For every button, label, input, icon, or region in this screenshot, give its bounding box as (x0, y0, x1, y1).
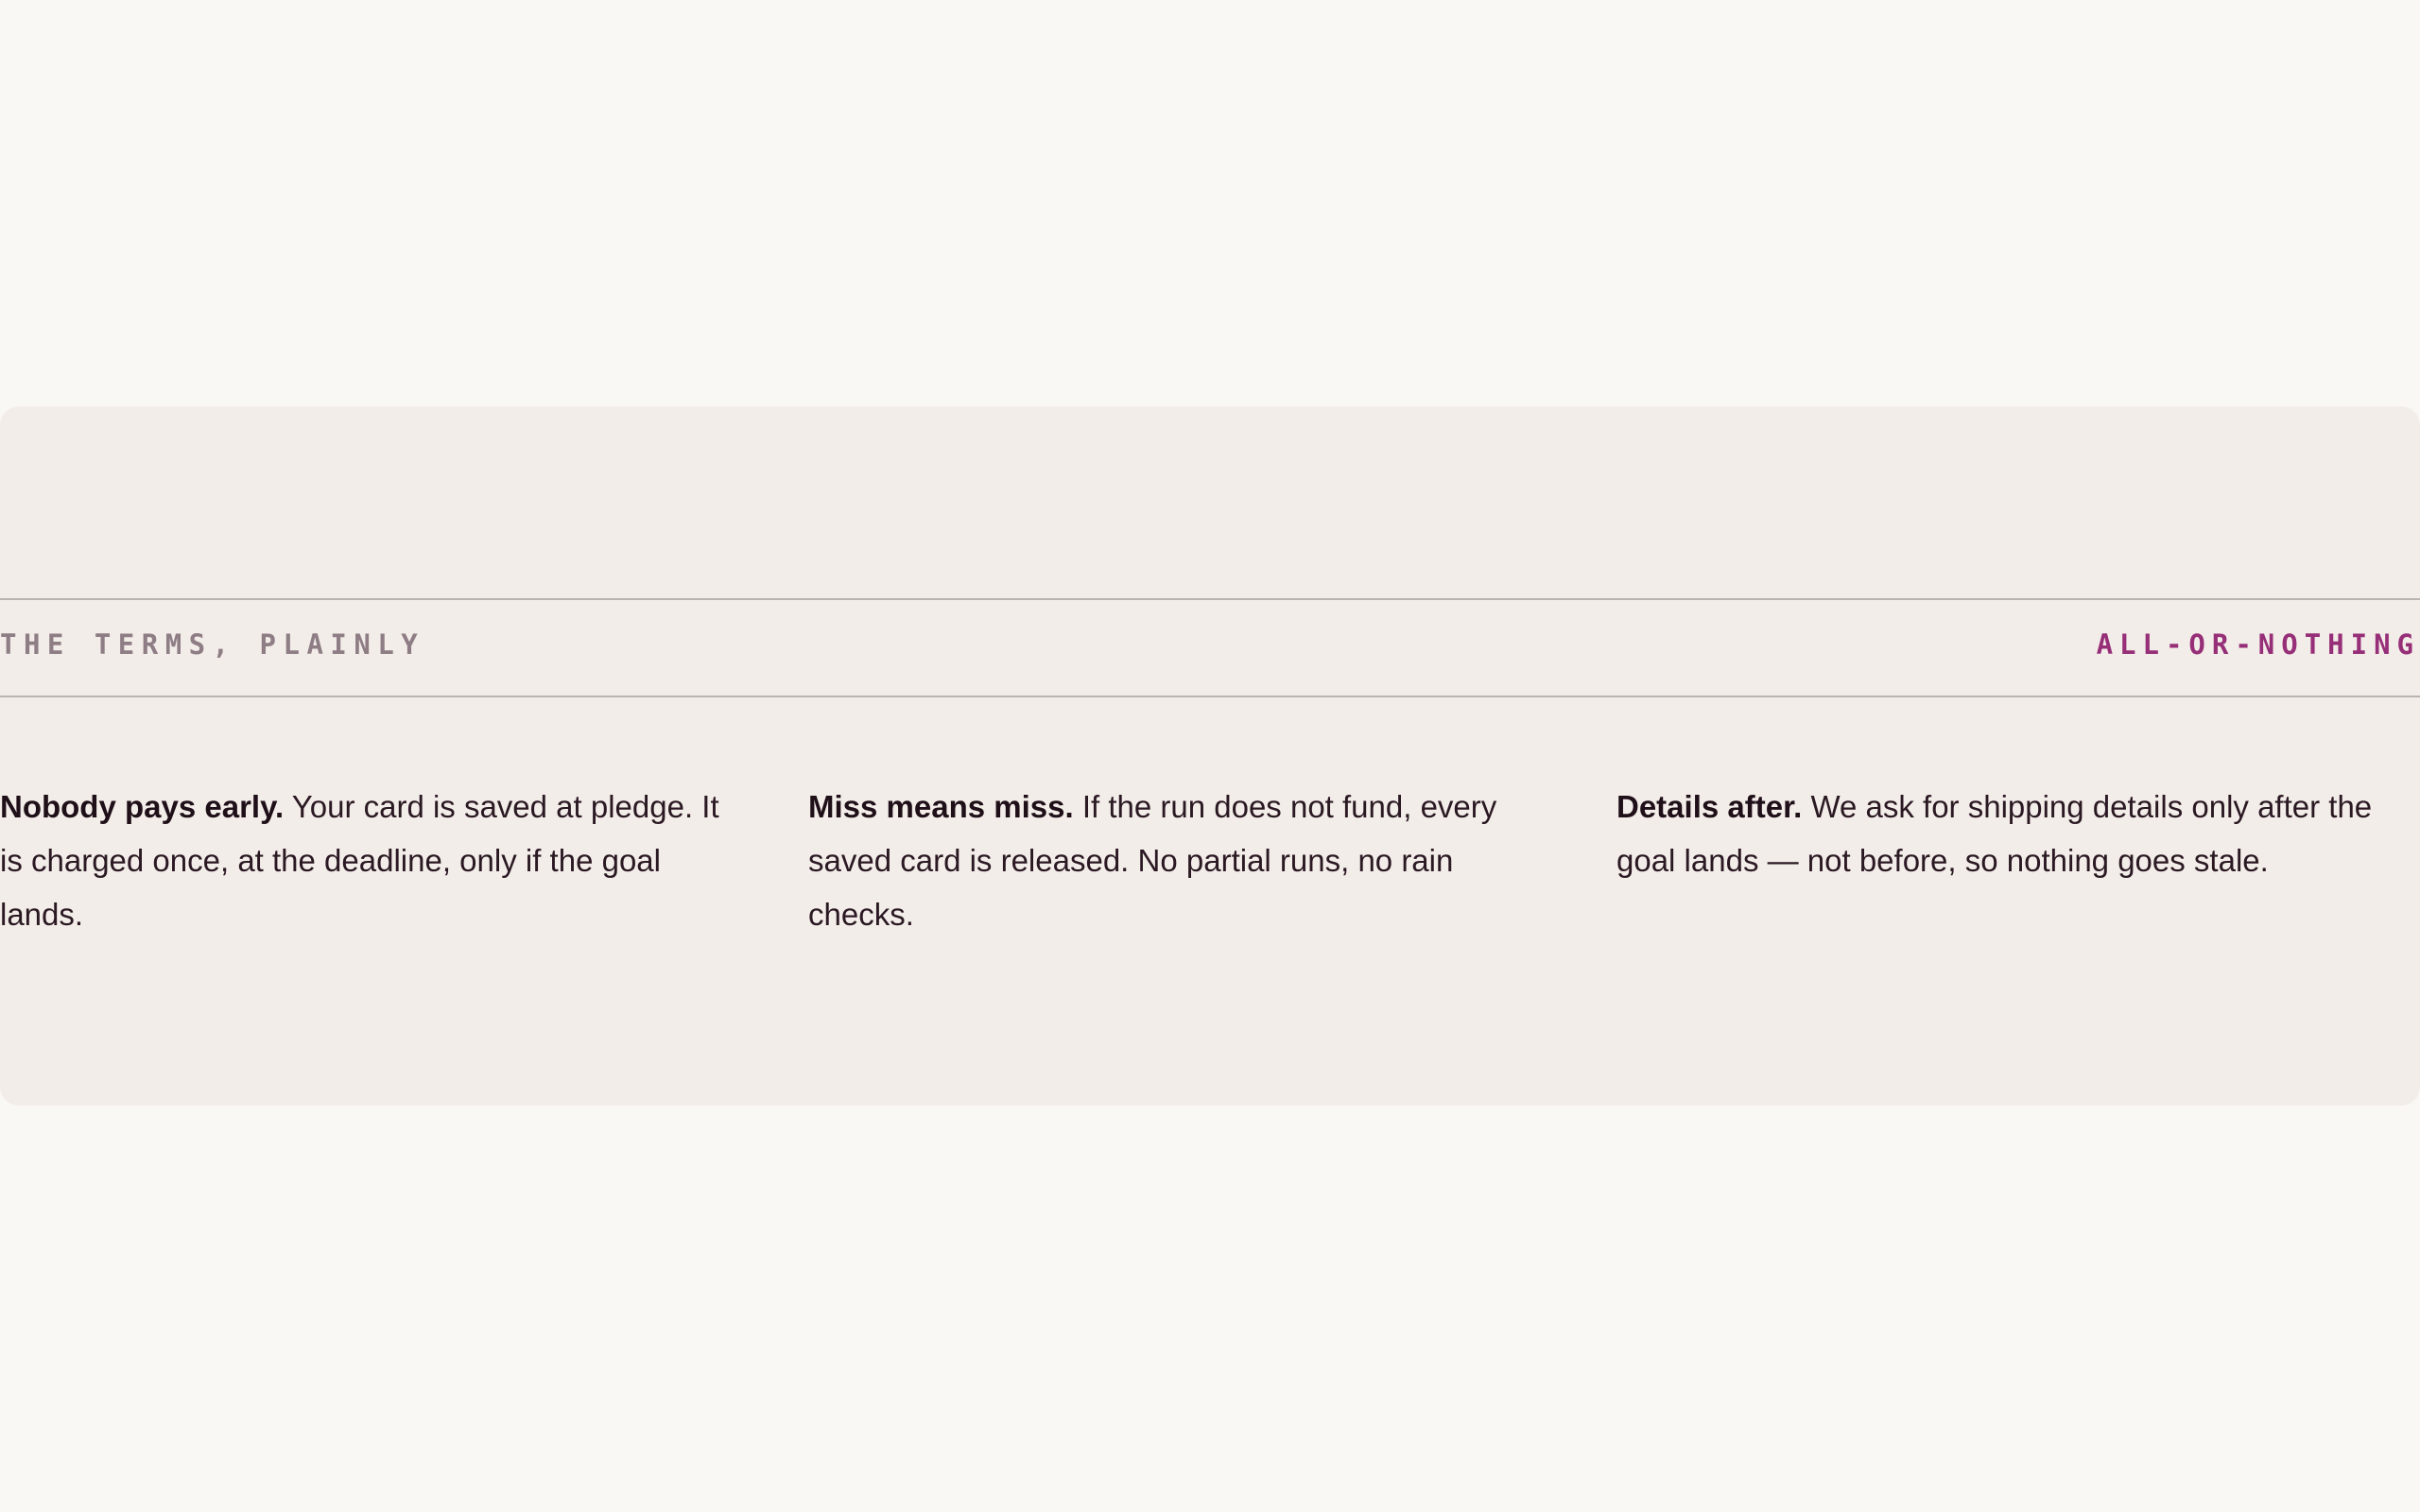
term-item: Nobody pays early. Your card is saved at… (0, 780, 728, 941)
funding-model-badge: ALL-OR-NOTHING (2096, 628, 2420, 661)
terms-panel: THE TERMS, PLAINLY ALL-OR-NOTHING Nobody… (0, 406, 2420, 1106)
section-eyebrow: THE TERMS, PLAINLY (0, 628, 425, 661)
term-item: Miss means miss. If the run does not fun… (808, 780, 1536, 941)
term-heading: Details after. (1616, 789, 1803, 824)
term-heading: Miss means miss. (808, 789, 1074, 824)
bottom-divider (0, 696, 2420, 697)
top-divider (0, 598, 2420, 600)
term-heading: Nobody pays early. (0, 789, 285, 824)
term-item: Details after. We ask for shipping detai… (1616, 780, 2373, 887)
